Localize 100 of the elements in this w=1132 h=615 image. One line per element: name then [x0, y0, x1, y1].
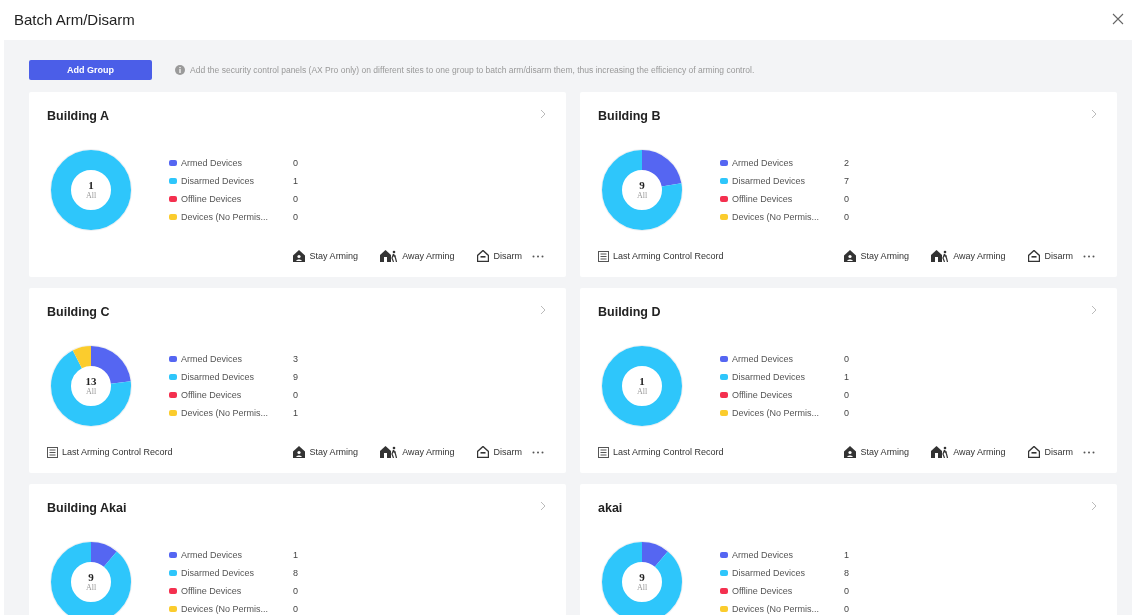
total-count: 9 [639, 179, 645, 191]
add-group-button[interactable]: Add Group [29, 60, 152, 80]
legend-label: Devices (No Permis... [732, 603, 821, 614]
total-count: 9 [88, 571, 94, 583]
disarm-button[interactable]: Disarm [1027, 250, 1073, 262]
away-arming-button[interactable]: Away Arming [931, 446, 1006, 458]
stay-arming-button[interactable]: Stay Arming [292, 446, 359, 458]
legend-label: Armed Devices [181, 549, 244, 560]
legend-label: Offline Devices [181, 389, 243, 400]
device-count: 0 [844, 389, 849, 400]
group-name: akai [598, 501, 623, 515]
away-arming-button[interactable]: Away Arming [380, 250, 455, 262]
device-count: 8 [844, 567, 849, 578]
device-count: 2 [844, 157, 849, 168]
stay-arming-button[interactable]: Stay Arming [292, 250, 359, 262]
total-count: 1 [639, 375, 645, 387]
more-icon[interactable] [532, 254, 544, 258]
legend-label: Disarmed Devices [181, 175, 256, 186]
record-link[interactable]: Last Arming Control Record [47, 446, 173, 458]
legend-label: Offline Devices [732, 389, 794, 400]
house-person-icon [292, 446, 305, 458]
stay-arming-button[interactable]: Stay Arming [843, 250, 910, 262]
device-count: 3 [293, 353, 298, 364]
group-name: Building D [598, 305, 661, 319]
legend-label: Devices (No Permis... [181, 407, 270, 418]
disarm-button[interactable]: Disarm [476, 446, 522, 458]
house-person-icon [931, 446, 949, 458]
total-label: All [636, 583, 648, 592]
info-icon [175, 65, 185, 75]
device-count: 1 [293, 175, 298, 186]
chevron-right-icon[interactable] [540, 305, 546, 315]
legend-label: Offline Devices [732, 193, 794, 204]
device-count: 0 [293, 157, 298, 168]
stay-arming-button[interactable]: Stay Arming [843, 446, 910, 458]
legend-label: Disarmed Devices [732, 567, 807, 578]
dialog-title: Batch Arm/Disarm [14, 10, 135, 28]
legend-label: Armed Devices [732, 549, 795, 560]
disarm-button[interactable]: Disarm [476, 250, 522, 262]
total-label: All [85, 191, 97, 200]
away-arming-button[interactable]: Away Arming [931, 250, 1006, 262]
disarm-button[interactable]: Disarm [1027, 446, 1073, 458]
device-count: 0 [844, 353, 849, 364]
house-outline-icon [476, 250, 489, 262]
device-count: 0 [293, 193, 298, 204]
more-icon[interactable] [532, 450, 544, 454]
house-person-icon [843, 446, 856, 458]
device-count: 8 [293, 567, 298, 578]
legend-label: Devices (No Permis... [181, 603, 270, 614]
chevron-right-icon[interactable] [540, 109, 546, 119]
device-count: 0 [293, 211, 298, 222]
total-label: All [85, 387, 97, 396]
hint-text: Add the security control panels (AX Pro only) on different sites to one group to batch arm/disarm them, thus increasing the efficiency of arming control. [190, 65, 755, 75]
house-outline-icon [1027, 250, 1040, 262]
away-arming-button[interactable]: Away Arming [380, 446, 455, 458]
legend-label: Devices (No Permis... [732, 407, 821, 418]
legend-label: Offline Devices [181, 193, 243, 204]
close-icon[interactable] [1112, 13, 1124, 25]
house-outline-icon [1027, 446, 1040, 458]
more-icon[interactable] [1083, 450, 1095, 454]
record-link[interactable]: Last Arming Control Record [598, 250, 724, 262]
record-link[interactable]: Last Arming Control Record [598, 446, 724, 458]
group-name: Building A [47, 109, 110, 123]
house-person-icon [380, 446, 398, 458]
total-count: 1 [88, 179, 94, 191]
legend-label: Offline Devices [732, 585, 794, 596]
chevron-right-icon[interactable] [1091, 501, 1097, 511]
device-count: 1 [293, 407, 298, 418]
house-person-icon [843, 250, 856, 262]
chevron-right-icon[interactable] [1091, 305, 1097, 315]
group-name: Building C [47, 305, 110, 319]
device-count: 0 [844, 407, 849, 418]
house-outline-icon [476, 446, 489, 458]
list-icon [598, 446, 609, 458]
more-icon[interactable] [1083, 254, 1095, 258]
legend-label: Disarmed Devices [732, 371, 807, 382]
chevron-right-icon[interactable] [540, 501, 546, 511]
list-icon [47, 446, 58, 458]
legend-label: Armed Devices [181, 157, 244, 168]
total-label: All [636, 191, 648, 200]
device-count: 9 [293, 371, 298, 382]
device-count: 0 [844, 603, 849, 614]
total-label: All [85, 583, 97, 592]
legend-label: Armed Devices [732, 157, 795, 168]
list-icon [598, 250, 609, 262]
device-count: 1 [844, 549, 849, 560]
device-count: 0 [293, 585, 298, 596]
legend-label: Armed Devices [181, 353, 244, 364]
legend-label: Disarmed Devices [181, 371, 256, 382]
legend-label: Devices (No Permis... [732, 211, 821, 222]
house-person-icon [380, 250, 398, 262]
legend-label: Disarmed Devices [181, 567, 256, 578]
group-name: Building B [598, 109, 661, 123]
group-name: Building Akai [47, 501, 127, 515]
legend-label: Devices (No Permis... [181, 211, 270, 222]
chevron-right-icon[interactable] [1091, 109, 1097, 119]
device-count: 0 [844, 193, 849, 204]
house-person-icon [292, 250, 305, 262]
house-person-icon [931, 250, 949, 262]
device-count: 0 [844, 211, 849, 222]
device-count: 0 [844, 585, 849, 596]
